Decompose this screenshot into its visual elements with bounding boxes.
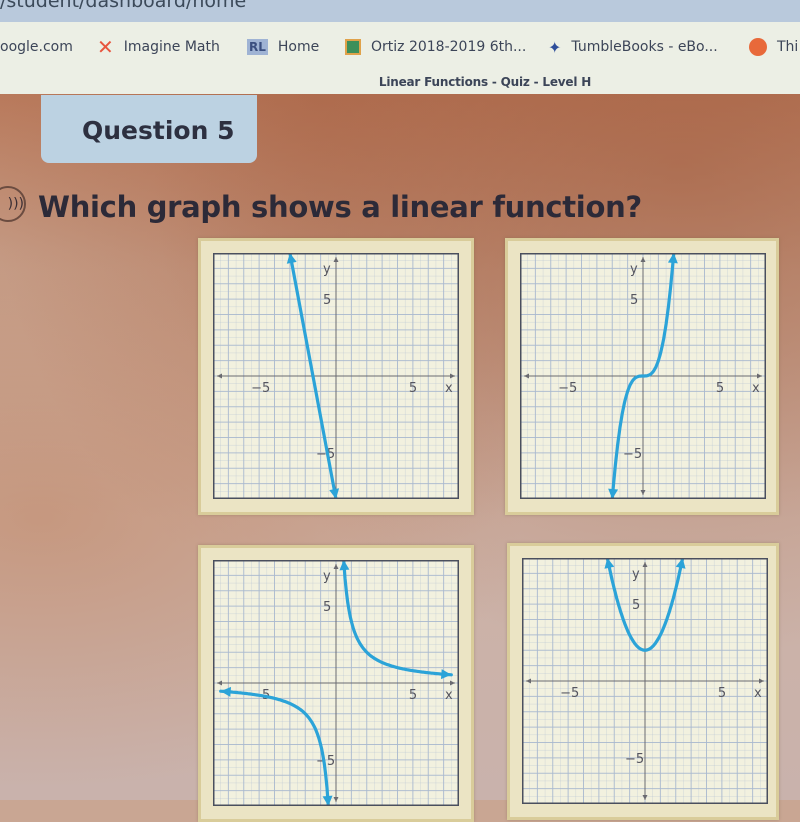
y-axis-label: y xyxy=(323,262,331,277)
answer-option-graph-d[interactable]: −5 5 5 −5 x y xyxy=(507,543,779,820)
y-tick-label: 5 xyxy=(632,598,640,613)
question-number: Question 5 xyxy=(82,116,235,145)
bookmark-imagine-math[interactable]: ✕ Imagine Math xyxy=(97,35,220,59)
question-tab: Question 5 xyxy=(41,95,257,163)
answer-option-graph-c[interactable]: −5 5 5 −5 x y xyxy=(198,545,474,822)
bookmark-label: Home xyxy=(277,39,320,55)
bookmarks-bar: oogle.com ✕ Imagine Math RL Home Ortiz 2… xyxy=(0,22,800,70)
y-tick-label: 5 xyxy=(323,293,331,308)
classroom-icon xyxy=(345,39,361,55)
orange-circle-icon xyxy=(749,38,767,56)
x-tick-label: 5 xyxy=(716,381,724,396)
bookmark-ortiz[interactable]: Ortiz 2018-2019 6th... xyxy=(345,36,526,58)
x-tick-label: −5 xyxy=(251,381,270,396)
tumblebooks-kangaroo-icon: ✦ xyxy=(548,37,562,57)
x-tick-label: 5 xyxy=(718,686,726,701)
answer-option-graph-a[interactable]: −5 5 5 −5 x y xyxy=(198,238,474,515)
bookmark-google[interactable]: oogle.com xyxy=(0,36,73,58)
bookmark-label: Ortiz 2018-2019 6th... xyxy=(371,39,527,55)
rl-badge-icon: RL xyxy=(247,39,268,55)
bookmark-label: oogle.com xyxy=(0,39,73,55)
x-axis-label: x xyxy=(445,381,453,396)
x-axis-label: x xyxy=(445,688,453,703)
y-axis-label: y xyxy=(632,567,640,582)
y-tick-label: 5 xyxy=(323,600,331,615)
x-axis-label: x xyxy=(752,381,760,396)
x-tick-label: 5 xyxy=(409,688,417,703)
y-tick-label: −5 xyxy=(625,752,644,767)
page-title: Linear Functions - Quiz - Level H xyxy=(378,75,592,89)
y-tick-label: 5 xyxy=(630,293,638,308)
y-axis-label: y xyxy=(630,262,638,277)
y-axis-label: y xyxy=(323,569,331,584)
y-tick-label: −5 xyxy=(623,447,642,462)
bookmark-rl-home[interactable]: RL Home xyxy=(247,36,319,58)
bookmark-tumblebooks[interactable]: ✦ TumbleBooks - eBo... xyxy=(548,36,718,58)
graph-graph-a: −5 55−5xy xyxy=(213,253,459,499)
imagine-math-figure-icon: ✕ xyxy=(97,35,114,59)
x-axis-label: x xyxy=(754,686,762,701)
page-title-bar: Linear Functions - Quiz - Level H xyxy=(0,70,800,94)
x-tick-label: −5 xyxy=(558,381,577,396)
graph-graph-d: −5 5 5 −5 x y xyxy=(522,558,768,804)
graph-graph-b: −5 5 5 −5 x y xyxy=(520,253,766,499)
graph-graph-c: −5 55−5xy xyxy=(213,560,459,806)
bookmark-label: Thi xyxy=(777,39,799,55)
x-tick-label: 5 xyxy=(409,381,417,396)
question-text: Which graph shows a linear function? xyxy=(38,190,642,224)
address-bar[interactable]: /student/dashboard/home xyxy=(0,0,800,22)
bookmark-thi[interactable]: Thi xyxy=(749,36,798,58)
bookmark-label: Imagine Math xyxy=(123,39,220,55)
x-tick-label: −5 xyxy=(560,686,579,701)
bookmark-label: TumbleBooks - eBo... xyxy=(571,39,718,55)
answer-option-graph-b[interactable]: −5 5 5 −5 x y xyxy=(505,238,779,515)
url-text: /student/dashboard/home xyxy=(0,0,247,12)
